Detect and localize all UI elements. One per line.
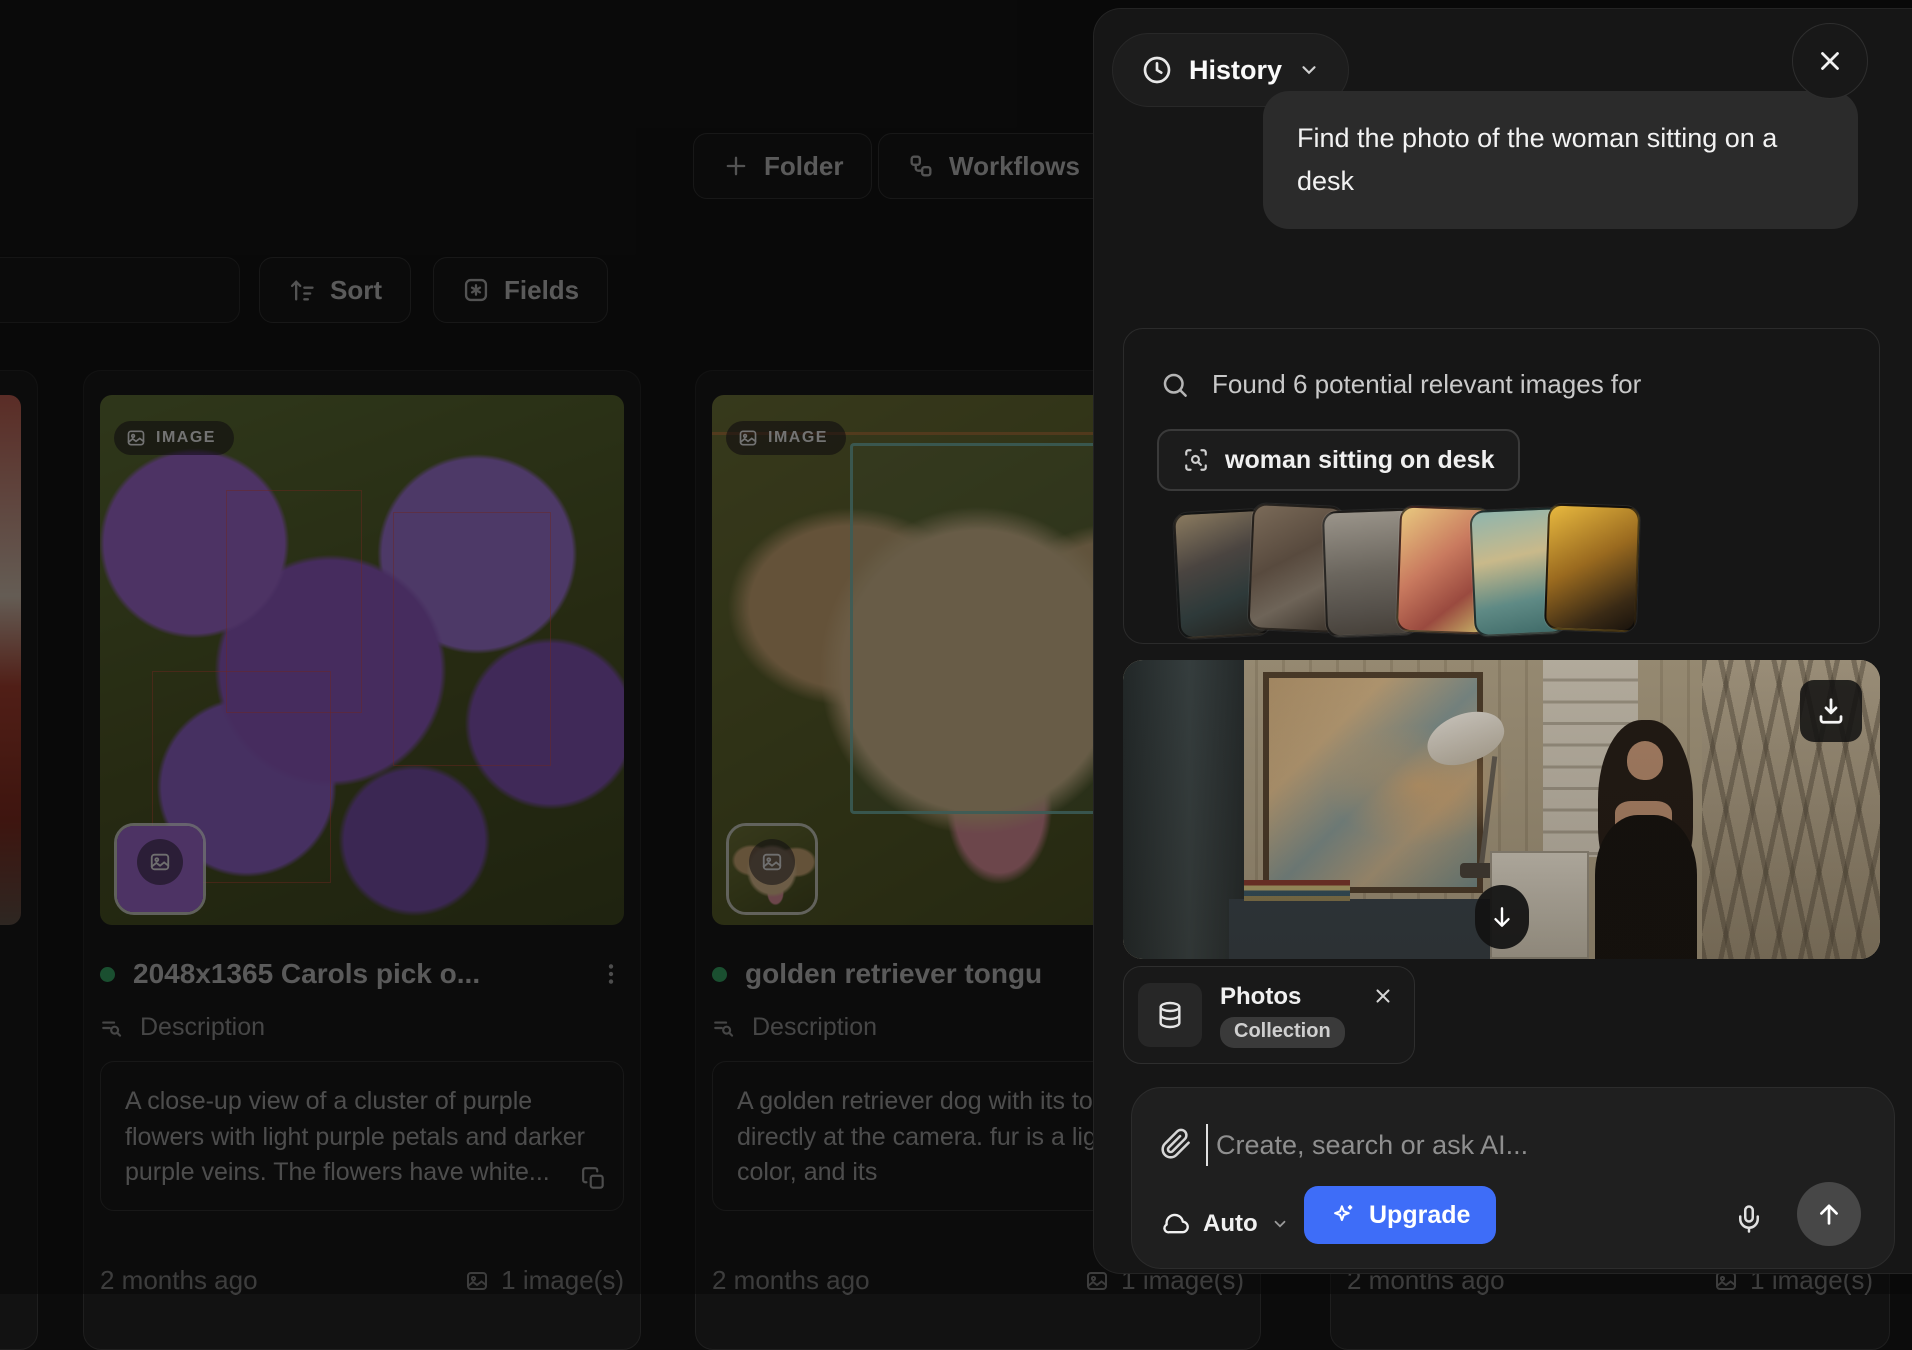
model-label: Auto xyxy=(1203,1210,1258,1238)
query-tag[interactable]: woman sitting on desk xyxy=(1157,429,1520,491)
close-icon xyxy=(1815,46,1845,76)
attach-file-button[interactable] xyxy=(1160,1128,1192,1160)
composer: Auto Upgrade xyxy=(1131,1087,1895,1269)
chevron-down-icon xyxy=(1271,1215,1289,1233)
scroll-down-button[interactable] xyxy=(1475,885,1529,949)
result-thumbnail-night-market-stall[interactable] xyxy=(1544,503,1640,632)
collection-attachment-chip: Photos Collection xyxy=(1123,966,1415,1064)
text-cursor xyxy=(1206,1124,1208,1166)
close-icon xyxy=(1372,985,1394,1007)
voice-input-button[interactable] xyxy=(1734,1204,1764,1234)
sparkles-icon xyxy=(1330,1202,1356,1228)
download-icon xyxy=(1816,696,1846,726)
results-heading: Found 6 potential relevant images for xyxy=(1160,369,1641,400)
user-message: Find the photo of the woman sitting on a… xyxy=(1263,91,1858,229)
download-button[interactable] xyxy=(1800,680,1862,742)
upgrade-button[interactable]: Upgrade xyxy=(1304,1186,1496,1244)
result-thumbnail-fan xyxy=(1176,507,1620,633)
search-icon xyxy=(1160,370,1190,400)
model-selector[interactable]: Auto xyxy=(1162,1210,1289,1238)
history-label: History xyxy=(1189,55,1282,86)
database-icon xyxy=(1154,999,1186,1031)
paperclip-icon xyxy=(1160,1128,1192,1160)
send-button[interactable] xyxy=(1797,1182,1861,1246)
remove-collection-button[interactable] xyxy=(1372,985,1394,1007)
close-panel-button[interactable] xyxy=(1792,23,1868,99)
collection-icon-tile xyxy=(1138,983,1202,1047)
arrow-down-icon xyxy=(1489,904,1515,930)
upgrade-label: Upgrade xyxy=(1369,1201,1470,1230)
result-image-preview[interactable] xyxy=(1123,660,1880,959)
chevron-down-icon xyxy=(1298,59,1320,81)
collection-type-badge: Collection xyxy=(1220,1017,1345,1048)
collection-title: Photos xyxy=(1220,983,1301,1011)
ai-assistant-panel: History Find the photo of the woman sitt… xyxy=(1093,8,1912,1274)
cloud-icon xyxy=(1162,1210,1190,1238)
search-results-card: Found 6 potential relevant images for wo… xyxy=(1123,328,1880,644)
arrow-up-icon xyxy=(1815,1200,1843,1228)
microphone-icon xyxy=(1734,1204,1764,1234)
clock-icon xyxy=(1141,54,1173,86)
scan-search-icon xyxy=(1183,447,1209,473)
ai-prompt-input[interactable] xyxy=(1216,1118,1864,1172)
query-tag-label: woman sitting on desk xyxy=(1225,446,1494,475)
